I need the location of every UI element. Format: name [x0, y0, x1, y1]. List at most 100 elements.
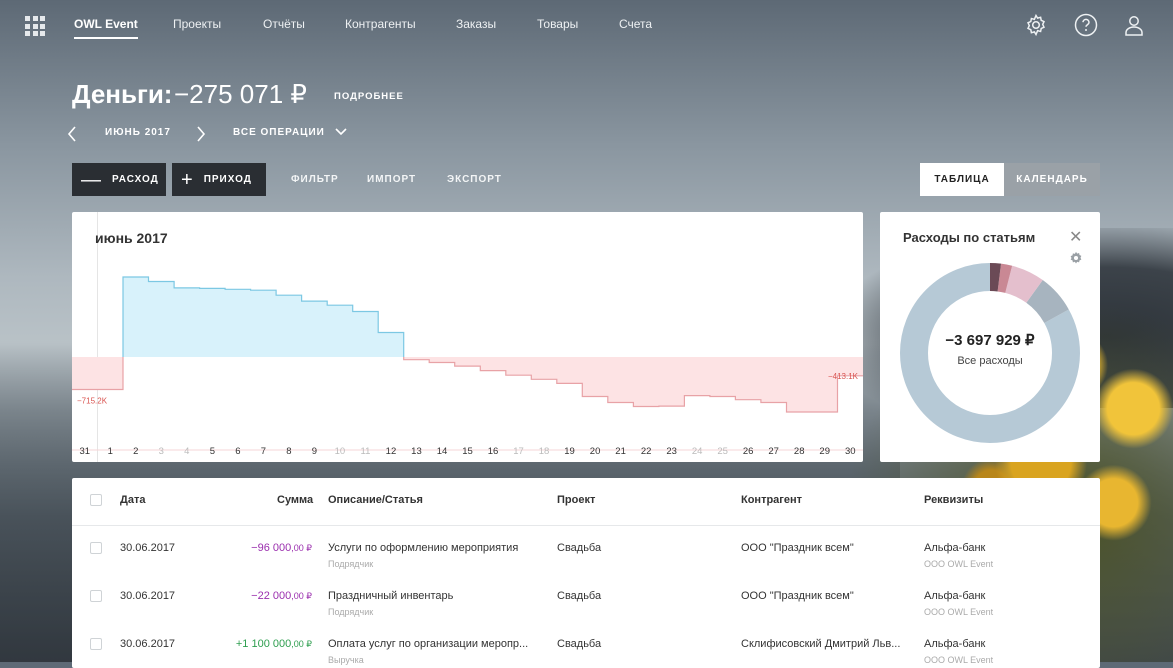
row-company: ООО OWL Event	[924, 607, 994, 617]
next-month-icon[interactable]	[196, 126, 206, 142]
operations-filter-label: ВСЕ ОПЕРАЦИИ	[233, 127, 325, 138]
x-tick-label: 19	[564, 446, 575, 457]
nav-item-counterparties[interactable]: Контрагенты	[345, 17, 416, 31]
x-tick-label: 29	[819, 446, 830, 457]
x-tick-label: 6	[235, 446, 240, 457]
row-category: Выручка	[328, 655, 364, 665]
balance-chart-card: −715.2K −413.1K 31 1 2 3 4 5 6 7 8 9 10 11 12 13 14 15 16 1…	[72, 212, 863, 462]
x-tick-label: 7	[261, 446, 266, 457]
x-tick-label: 3	[159, 446, 164, 457]
column-header-date[interactable]: Дата	[120, 494, 145, 506]
row-amount: −96 000,00 ₽	[251, 542, 312, 554]
row-account: Альфа-банк	[924, 542, 986, 554]
nav-item-projects[interactable]: Проекты	[173, 17, 221, 31]
row-account: Альфа-банк	[924, 590, 986, 602]
x-tick-label: 8	[286, 446, 291, 457]
nav-item-reports[interactable]: Отчёты	[263, 17, 305, 31]
row-project: Свадьба	[557, 590, 602, 602]
row-project: Свадьба	[557, 638, 602, 650]
x-tick-label: 26	[743, 446, 754, 457]
chevron-down-icon	[335, 128, 347, 136]
x-tick-label: 2	[133, 446, 138, 457]
top-navigation: OWL Event Проекты Отчёты Контрагенты Зак…	[0, 0, 1173, 52]
start-balance-label: −715.2K	[77, 397, 108, 406]
user-profile-icon[interactable]	[1122, 13, 1146, 37]
period-label: ИЮНЬ 2017	[105, 127, 171, 138]
add-expense-button[interactable]: — РАСХОД	[72, 163, 166, 196]
row-amount-main: +1 100 000	[235, 638, 292, 650]
x-tick-label: 23	[666, 446, 677, 457]
row-counterparty: ООО "Праздник всем"	[741, 542, 854, 554]
column-header-amount[interactable]: Сумма	[277, 494, 313, 506]
x-tick-label: 31	[79, 446, 90, 457]
row-counterparty: Склифисовский Дмитрий Льв...	[741, 638, 901, 650]
settings-gear-icon[interactable]	[1024, 13, 1048, 37]
column-header-requisites[interactable]: Реквизиты	[924, 494, 983, 506]
row-amount-main: −22 000	[251, 590, 292, 602]
row-description: Оплата услуг по организации меропр...	[328, 638, 529, 650]
row-checkbox[interactable]	[90, 590, 102, 602]
x-tick-label: 5	[210, 446, 215, 457]
x-tick-label: 14	[437, 446, 448, 457]
view-calendar-tab[interactable]: КАЛЕНДАРЬ	[1004, 163, 1100, 196]
x-tick-label: 27	[768, 446, 779, 457]
x-tick-label: 17	[513, 446, 524, 457]
nav-item-orders[interactable]: Заказы	[456, 17, 496, 31]
x-tick-label: 16	[488, 446, 499, 457]
row-checkbox[interactable]	[90, 542, 102, 554]
add-expense-label: РАСХОД	[112, 174, 159, 185]
x-tick-label: 15	[462, 446, 473, 457]
select-all-checkbox[interactable]	[90, 494, 102, 506]
end-balance-label: −413.1K	[828, 372, 859, 381]
row-amount-cents: ,00 ₽	[291, 639, 312, 649]
view-table-tab[interactable]: ТАБЛИЦА	[920, 163, 1004, 196]
column-header-counterparty[interactable]: Контрагент	[741, 494, 802, 506]
total-expenses-label: Все расходы	[957, 355, 1023, 367]
row-amount-main: −96 000	[251, 542, 292, 554]
expenses-by-category-card: Расходы по статьям ✕ −3 697 929 ₽ Все ра…	[880, 212, 1100, 462]
x-tick-label: 10	[335, 446, 346, 457]
minus-icon: —	[81, 168, 102, 191]
row-project: Свадьба	[557, 542, 602, 554]
nav-item-owl-event[interactable]: OWL Event	[74, 17, 138, 39]
apps-grid-icon[interactable]	[25, 16, 45, 36]
x-tick-label: 20	[590, 446, 601, 457]
export-button[interactable]: ЭКСПОРТ	[447, 174, 502, 185]
add-income-label: ПРИХОД	[203, 174, 252, 185]
row-date: 30.06.2017	[120, 638, 176, 650]
row-checkbox[interactable]	[90, 638, 102, 650]
row-company: ООО OWL Event	[924, 559, 994, 569]
plus-icon: +	[181, 168, 194, 191]
x-tick-label: 28	[794, 446, 805, 457]
row-amount-cents: ,00 ₽	[291, 543, 312, 553]
add-income-button[interactable]: + ПРИХОД	[172, 163, 266, 196]
x-tick-label: 18	[539, 446, 550, 457]
row-amount-cents: ,00 ₽	[291, 591, 312, 601]
x-tick-label: 11	[360, 446, 370, 457]
operations-filter-dropdown[interactable]: ВСЕ ОПЕРАЦИИ	[233, 127, 347, 138]
row-date: 30.06.2017	[120, 542, 176, 554]
x-tick-label: 12	[386, 446, 397, 457]
nav-item-invoices[interactable]: Счета	[619, 17, 652, 31]
x-tick-label: 9	[312, 446, 317, 457]
row-description: Услуги по оформлению мероприятия	[328, 542, 519, 554]
more-details-link[interactable]: ПОДРОБНЕЕ	[334, 91, 404, 102]
previous-month-icon[interactable]	[67, 126, 77, 142]
row-amount: +1 100 000,00 ₽	[236, 638, 312, 650]
nav-item-goods[interactable]: Товары	[537, 17, 578, 31]
header-divider	[72, 525, 1100, 526]
x-tick-label: 1	[108, 446, 113, 457]
balance-value: −275 071 ₽	[174, 79, 307, 109]
x-tick-label: 4	[184, 446, 189, 457]
row-date: 30.06.2017	[120, 590, 176, 602]
help-question-icon[interactable]	[1074, 13, 1098, 37]
row-description: Праздничный инвентарь	[328, 590, 454, 602]
balance-chart: −715.2K−413.1K31 1 2 3 4 5 6 7 8 9 10 11 12 13 14 15 16 1…	[72, 212, 863, 462]
x-tick-label: 25	[717, 446, 728, 457]
column-header-project[interactable]: Проект	[557, 494, 595, 506]
filter-button[interactable]: ФИЛЬТР	[291, 174, 339, 185]
import-button[interactable]: ИМПОРТ	[367, 174, 416, 185]
x-tick-label: 30	[845, 446, 856, 457]
column-header-description[interactable]: Описание/Статья	[328, 494, 423, 506]
chart-title: июнь 2017	[95, 230, 168, 246]
